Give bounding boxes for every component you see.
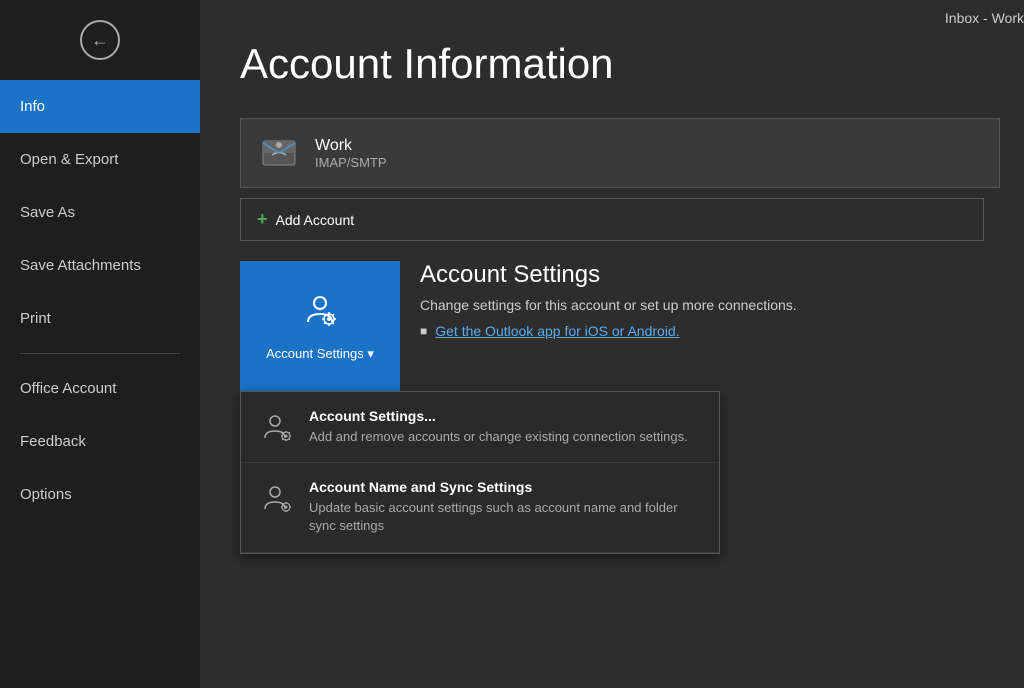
sidebar-item-save-as[interactable]: Save As	[0, 186, 200, 239]
account-settings-icon	[300, 290, 340, 338]
inbox-label: Inbox - Work	[945, 10, 1024, 26]
sidebar-item-label: Office Account	[20, 380, 116, 397]
sidebar-item-print[interactable]: Print	[0, 292, 200, 345]
bullet-icon: ■	[420, 324, 427, 338]
sidebar-item-label: Options	[20, 486, 72, 503]
sidebar-item-office-account[interactable]: Office Account	[0, 362, 200, 415]
page-title: Account Information	[240, 40, 984, 88]
dropdown-item-account-name-sync[interactable]: Account Name and Sync Settings Update ba…	[241, 463, 719, 552]
account-settings-description: Change settings for this account or set …	[420, 297, 964, 313]
sidebar-item-label: Open & Export	[20, 151, 118, 168]
sidebar-item-feedback[interactable]: Feedback	[0, 415, 200, 468]
outlook-app-link[interactable]: Get the Outlook app for iOS or Android.	[435, 323, 679, 339]
account-settings-button[interactable]: Account Settings ▾	[240, 261, 400, 391]
sidebar-item-options[interactable]: Options	[0, 468, 200, 521]
account-settings-btn-label: Account Settings ▾	[266, 346, 374, 362]
dropdown-item-content-2: Account Name and Sync Settings Update ba…	[309, 479, 701, 535]
account-settings-dropdown: Account Settings... Add and remove accou…	[240, 391, 720, 554]
sidebar: ← Info Open & Export Save As Save Attach…	[0, 0, 200, 688]
plus-icon: +	[257, 209, 268, 230]
dropdown-item-desc-1: Add and remove accounts or change existi…	[309, 428, 688, 446]
sidebar-item-label: Save As	[20, 204, 75, 221]
dropdown-item-account-settings[interactable]: Account Settings... Add and remove accou…	[241, 392, 719, 463]
info-link-row: ■ Get the Outlook app for iOS or Android…	[420, 323, 964, 339]
btn-label-text: Account Settings	[266, 346, 364, 361]
add-account-label: Add Account	[276, 212, 355, 228]
bottom-section: Account Settings ▾ Account Settings Chan…	[240, 261, 984, 391]
back-arrow-icon: ←	[91, 30, 109, 51]
dropdown-account-settings-icon	[259, 410, 295, 446]
account-info: Work IMAP/SMTP	[315, 137, 387, 170]
dropdown-item-content-1: Account Settings... Add and remove accou…	[309, 408, 688, 446]
add-account-button[interactable]: + Add Account	[240, 198, 984, 241]
sidebar-item-save-attachments[interactable]: Save Attachments	[0, 239, 200, 292]
sidebar-divider	[20, 353, 180, 354]
title-bar: Inbox - Work	[945, 10, 1024, 26]
sidebar-item-label: Print	[20, 310, 51, 327]
sidebar-item-label: Save Attachments	[20, 257, 141, 274]
account-settings-panel-title: Account Settings	[420, 261, 964, 289]
back-circle-icon: ←	[80, 20, 120, 60]
account-type: IMAP/SMTP	[315, 155, 387, 170]
sidebar-item-label: Feedback	[20, 433, 86, 450]
account-name: Work	[315, 137, 387, 155]
dropdown-item-desc-2: Update basic account settings such as ac…	[309, 499, 701, 535]
account-icon	[259, 133, 299, 173]
dropdown-item-title-2: Account Name and Sync Settings	[309, 479, 701, 495]
account-card[interactable]: Work IMAP/SMTP	[240, 118, 1000, 188]
sidebar-item-info[interactable]: Info	[0, 80, 200, 133]
main-content: Inbox - Work Account Information Work IM…	[200, 0, 1024, 688]
account-settings-info-panel: Account Settings Change settings for thi…	[400, 261, 984, 339]
back-button[interactable]: ←	[0, 0, 200, 80]
btn-arrow-icon: ▾	[367, 346, 374, 361]
dropdown-item-title-1: Account Settings...	[309, 408, 688, 424]
dropdown-account-sync-icon	[259, 481, 295, 517]
sidebar-item-open-export[interactable]: Open & Export	[0, 133, 200, 186]
sidebar-item-label: Info	[20, 98, 45, 115]
